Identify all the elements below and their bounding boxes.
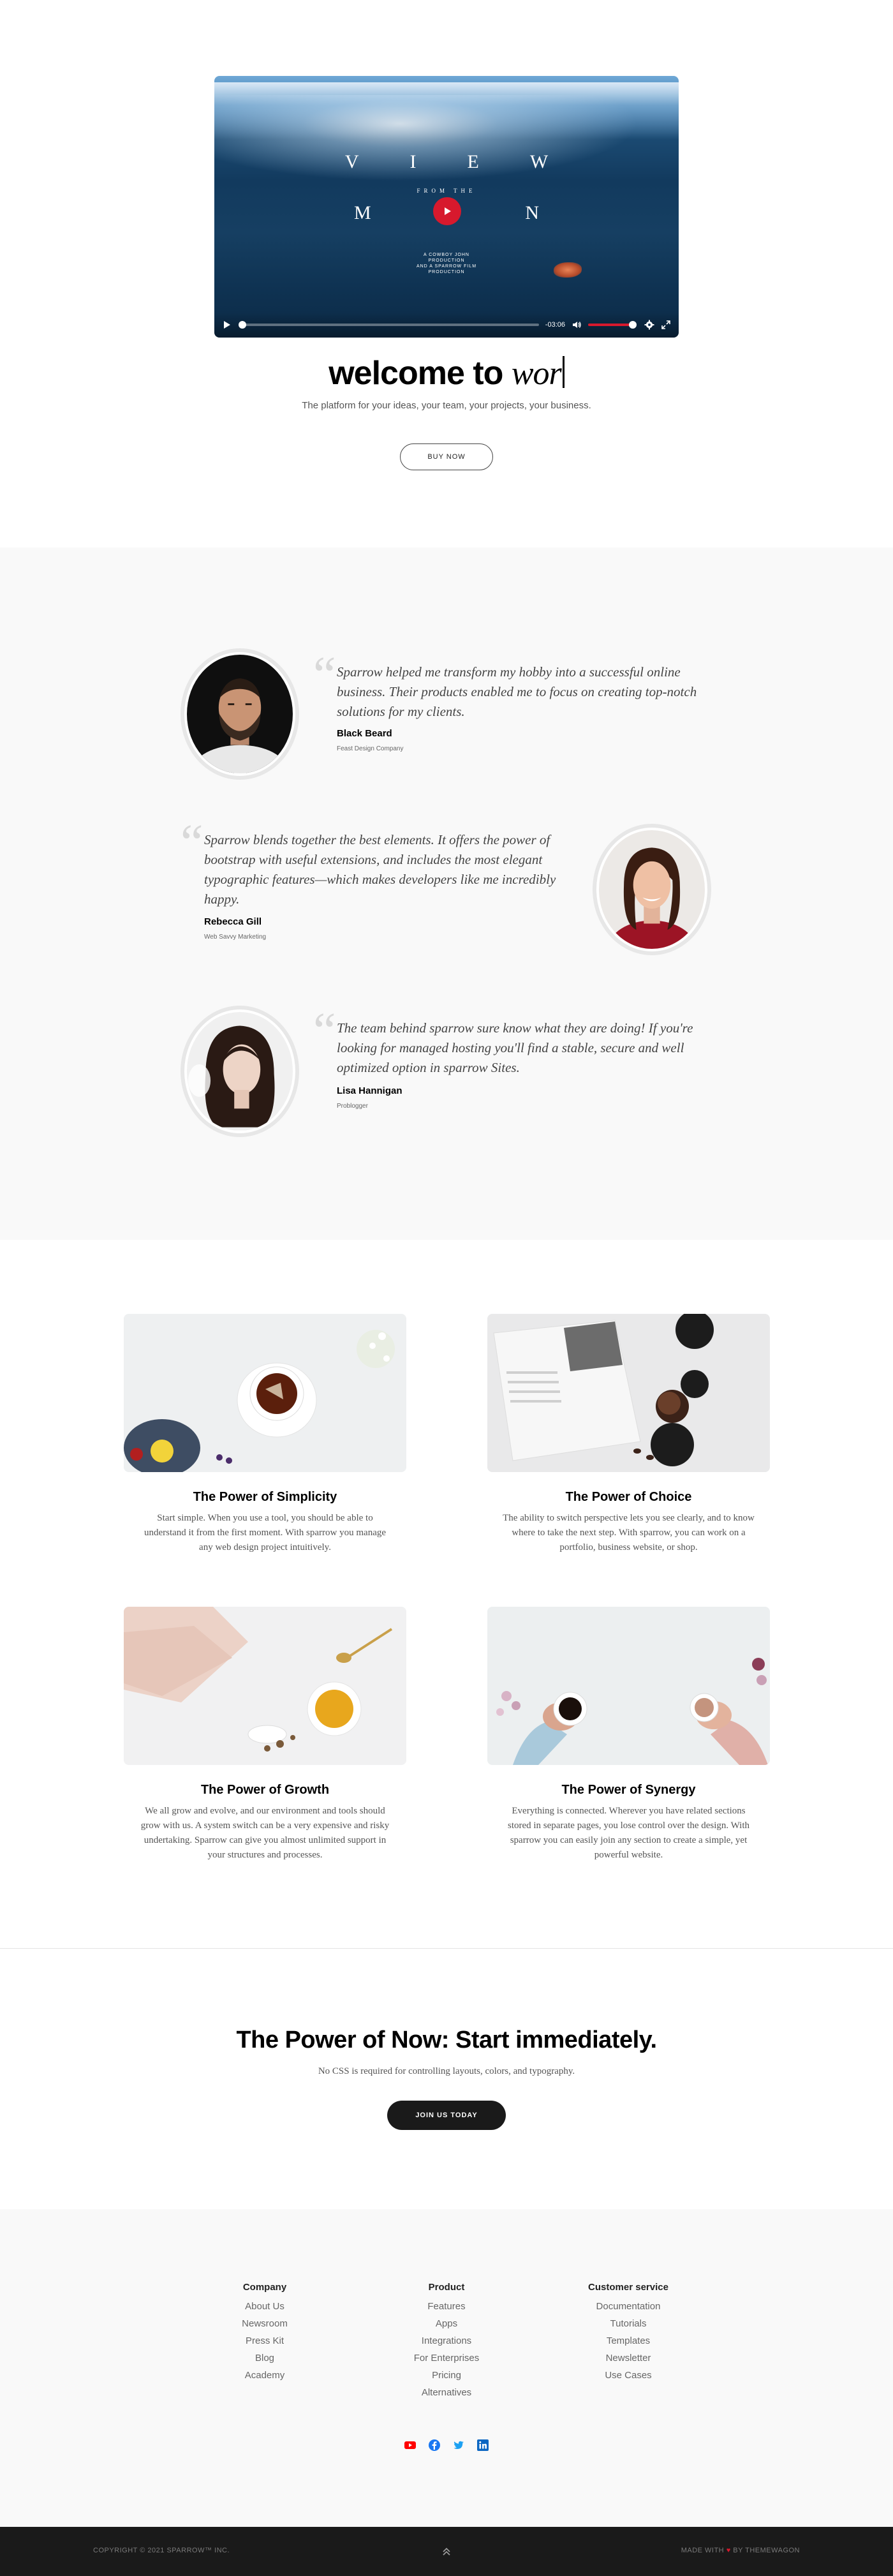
join-us-button[interactable]: JOIN US TODAY	[387, 2101, 506, 2130]
hero-section: VIEW FROM THE MON A COWBOY JOHN PRODUCTI…	[0, 0, 893, 547]
portrait-lisa-hannigan	[187, 1012, 293, 1131]
heart-icon: ♥	[726, 2547, 731, 2554]
feature-text: The ability to switch perspective lets y…	[503, 1513, 755, 1552]
footer-link[interactable]: Newsroom	[214, 2315, 316, 2332]
feature-title: The Power of Synergy	[561, 1783, 696, 1797]
hero-heading-static: welcome to	[328, 355, 503, 392]
volume-slider[interactable]	[588, 321, 637, 329]
avatar-lisa-hannigan	[181, 1006, 299, 1137]
footer-link[interactable]: Pricing	[395, 2367, 498, 2384]
testimonial-quote: Sparrow helped me transform my hobby int…	[337, 664, 697, 719]
youtube-icon[interactable]	[404, 2439, 417, 2452]
settings-icon[interactable]	[644, 320, 654, 330]
video-frame-surfer	[554, 262, 582, 278]
made-with-suffix[interactable]: BY THEMEWAGON	[733, 2547, 800, 2554]
testimonial-name: Rebecca Gill	[204, 916, 262, 927]
cta-subtitle: No CSS is required for controlling layou…	[318, 2066, 575, 2076]
footer-link[interactable]: Tutorials	[565, 2315, 692, 2332]
video-time: -03:06	[545, 321, 565, 329]
feature-title: The Power of Growth	[200, 1783, 330, 1797]
quote-icon: “	[313, 1003, 336, 1059]
footer-column-heading: Customer service	[588, 2282, 668, 2293]
testimonial-role: Feast Design Company	[337, 745, 404, 752]
footer-link[interactable]: Newsletter	[565, 2349, 692, 2367]
feature-image-simplicity	[124, 1314, 406, 1472]
testimonial-name: Black Beard	[337, 728, 392, 739]
footer-link[interactable]: Blog	[214, 2349, 316, 2367]
video-progress-bar[interactable]	[239, 321, 539, 329]
play-icon	[445, 207, 451, 215]
testimonial-role: Web Savvy Marketing	[204, 934, 267, 941]
quote-icon: “	[181, 815, 203, 871]
feature-image-growth	[124, 1607, 406, 1765]
footer-link[interactable]: Press Kit	[214, 2332, 316, 2349]
play-icon[interactable]	[222, 320, 232, 330]
footer-link[interactable]: Academy	[214, 2367, 316, 2384]
footer-link[interactable]: Alternatives	[395, 2384, 498, 2401]
testimonial-role: Problogger	[337, 1103, 368, 1110]
feature-image-choice	[487, 1314, 770, 1472]
cta-title: The Power of Now: Start immediately.	[236, 2027, 657, 2053]
linkedin-icon[interactable]	[476, 2439, 489, 2452]
volume-knob[interactable]	[629, 321, 637, 329]
footer-column-customer-service: Customer service Documentation Tutorials…	[565, 2282, 692, 2384]
social-links	[0, 2439, 893, 2452]
testimonial-quote: Sparrow blends together the best element…	[204, 832, 556, 907]
video-progress-knob[interactable]	[239, 321, 246, 329]
footer-link[interactable]: For Enterprises	[395, 2349, 498, 2367]
video-title-line1: VIEW	[344, 151, 600, 172]
video-player[interactable]: VIEW FROM THE MON A COWBOY JOHN PRODUCTI…	[214, 76, 679, 338]
footer-link[interactable]: Features	[395, 2298, 498, 2315]
copyright-text: COPYRIGHT © 2021 SPARROW™ INC.	[93, 2547, 230, 2554]
footer-link[interactable]: Use Cases	[565, 2367, 692, 2384]
cta-section: The Power of Now: Start immediately. No …	[0, 1949, 893, 2209]
avatar-rebecca-gill	[593, 824, 711, 955]
testimonial-name: Lisa Hannigan	[337, 1085, 402, 1096]
quote-icon: “	[313, 647, 336, 703]
hero-subtitle: The platform for your ideas, your team, …	[302, 400, 591, 411]
footer: Company About Us Newsroom Press Kit Blog…	[0, 2209, 893, 2527]
typing-caret	[562, 356, 565, 388]
twitter-icon[interactable]	[452, 2439, 465, 2452]
video-play-button[interactable]	[433, 197, 461, 225]
testimonial-quote: The team behind sparrow sure know what t…	[337, 1020, 693, 1075]
footer-column-heading: Company	[242, 2282, 287, 2293]
video-title-line2: FROM THE	[417, 188, 476, 194]
portrait-rebecca-gill	[599, 830, 705, 949]
hero-heading-typed: wor	[511, 355, 562, 392]
feature-text: We all grow and evolve, and our environm…	[140, 1806, 390, 1860]
video-credits: A COWBOY JOHN PRODUCTION AND A SPARROW F…	[416, 253, 477, 274]
feature-title: The Power of Simplicity	[193, 1490, 337, 1504]
feature-image-synergy	[487, 1607, 770, 1765]
volume-icon[interactable]	[572, 320, 582, 330]
feature-text: Everything is connected. Wherever you ha…	[507, 1806, 750, 1860]
buy-now-button[interactable]: BUY NOW	[400, 443, 493, 470]
footer-link[interactable]: Integrations	[395, 2332, 498, 2349]
video-frame-spray	[214, 95, 679, 191]
footer-link[interactable]: About Us	[214, 2298, 316, 2315]
facebook-icon[interactable]	[428, 2439, 441, 2452]
feature-text: Start simple. When you use a tool, you s…	[144, 1513, 387, 1552]
bottom-bar: COPYRIGHT © 2021 SPARROW™ INC. MADE WITH…	[0, 2527, 893, 2576]
fullscreen-icon[interactable]	[661, 320, 671, 330]
made-with-prefix: MADE WITH	[681, 2547, 725, 2554]
scroll-to-top-icon[interactable]	[440, 2545, 453, 2558]
features-section: The Power of Simplicity Start simple. Wh…	[0, 1240, 893, 1948]
footer-link[interactable]: Templates	[565, 2332, 692, 2349]
footer-column-heading: Product	[428, 2282, 465, 2293]
avatar-black-beard	[181, 648, 299, 780]
footer-column-product: Product Features Apps Integrations For E…	[395, 2282, 498, 2401]
testimonials-section: “ Sparrow helped me transform my hobby i…	[0, 547, 893, 1240]
feature-title: The Power of Choice	[565, 1490, 692, 1504]
hero-heading: welcome to wor	[0, 354, 893, 392]
video-controls: -03:06	[214, 312, 679, 338]
portrait-black-beard	[187, 655, 293, 773]
footer-link[interactable]: Apps	[395, 2315, 498, 2332]
footer-link[interactable]: Documentation	[565, 2298, 692, 2315]
footer-column-company: Company About Us Newsroom Press Kit Blog…	[214, 2282, 316, 2384]
made-with-text: MADE WITH ♥ BY THEMEWAGON	[681, 2547, 800, 2554]
